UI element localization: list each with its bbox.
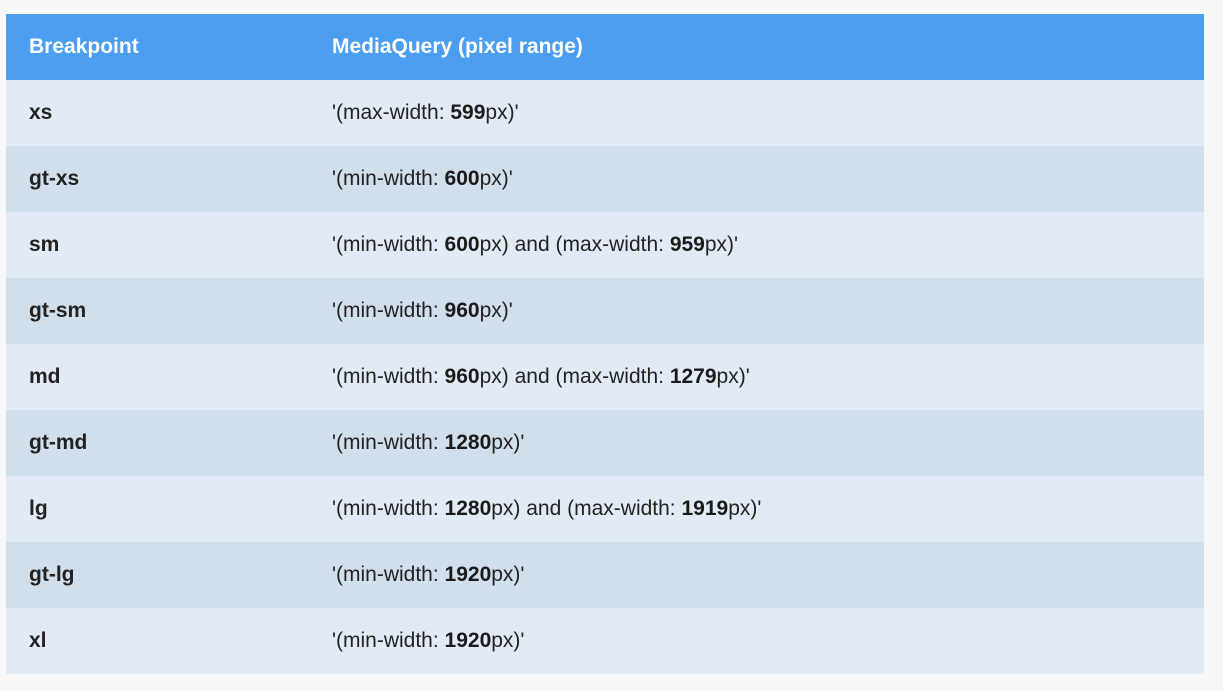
mediaquery-text: '(min-width: (332, 365, 445, 388)
table-row: xl '(min-width: 1920px)' (6, 608, 1204, 674)
mediaquery-value: 960 (444, 365, 480, 388)
mediaquery-cell: '(min-width: 600px)' (309, 146, 1204, 212)
mediaquery-text: px)' (704, 233, 739, 256)
mediaquery-cell: '(min-width: 1280px) and (max-width: 191… (309, 476, 1204, 542)
breakpoint-cell: gt-xs (29, 167, 80, 190)
mediaquery-text: '(min-width: (332, 431, 445, 454)
mediaquery-text: px)' (491, 431, 525, 454)
mediaquery-text: px) and (max-width: (479, 233, 670, 256)
breakpoint-cell: xs (29, 101, 53, 124)
mediaquery-value: 600 (444, 167, 480, 190)
breakpoint-cell: md (29, 365, 61, 388)
breakpoint-cell: gt-lg (29, 563, 75, 586)
mediaquery-cell: '(min-width: 1920px)' (309, 542, 1204, 608)
header-breakpoint: Breakpoint (29, 35, 139, 58)
mediaquery-text: px) and (max-width: (491, 497, 682, 520)
breakpoint-cell: xl (29, 629, 47, 652)
table-body: xs '(max-width: 599px)' gt-xs '(min-width: … (6, 80, 1204, 674)
mediaquery-cell: '(max-width: 599px)' (309, 80, 1204, 146)
header-mediaquery: MediaQuery (pixel range) (332, 35, 583, 58)
table-row: xs '(max-width: 599px)' (6, 80, 1204, 146)
mediaquery-value: 600 (444, 233, 480, 256)
mediaquery-text: '(min-width: (332, 497, 445, 520)
mediaquery-text: px)' (728, 497, 762, 520)
mediaquery-text: px)' (485, 101, 519, 124)
table-header: Breakpoint MediaQuery (pixel range) (6, 14, 1204, 80)
mediaquery-cell: '(min-width: 600px) and (max-width: 959p… (309, 212, 1204, 278)
table-row: md '(min-width: 960px) and (max-width: 12… (6, 344, 1204, 410)
mediaquery-text: px)' (479, 167, 513, 190)
header-row: Breakpoint MediaQuery (pixel range) (6, 14, 1204, 80)
mediaquery-cell: '(min-width: 1920px)' (309, 608, 1204, 674)
mediaquery-text: '(min-width: (332, 299, 445, 322)
breakpoints-table: Breakpoint MediaQuery (pixel range) xs '(… (6, 14, 1204, 674)
table-row: gt-md '(min-width: 1280px)' (6, 410, 1204, 476)
mediaquery-text: px)' (491, 563, 525, 586)
mediaquery-value: 1279 (669, 365, 717, 388)
mediaquery-value: 960 (444, 299, 480, 322)
breakpoint-cell: lg (29, 497, 48, 520)
mediaquery-text: '(min-width: (332, 563, 445, 586)
mediaquery-text: px)' (479, 299, 513, 322)
mediaquery-value: 1280 (444, 497, 492, 520)
table-row: sm '(min-width: 600px) and (max-width: 95… (6, 212, 1204, 278)
mediaquery-text: px)' (716, 365, 750, 388)
mediaquery-value: 599 (450, 101, 486, 124)
mediaquery-text: '(min-width: (332, 233, 445, 256)
breakpoint-cell: gt-sm (29, 299, 87, 322)
table-row: gt-lg '(min-width: 1920px)' (6, 542, 1204, 608)
mediaquery-value: 1920 (444, 563, 492, 586)
table-row: gt-sm '(min-width: 960px)' (6, 278, 1204, 344)
mediaquery-text: px)' (491, 629, 525, 652)
mediaquery-value: 1280 (444, 431, 492, 454)
breakpoint-cell: gt-md (29, 431, 88, 454)
mediaquery-cell: '(min-width: 1280px)' (309, 410, 1204, 476)
mediaquery-value: 1920 (444, 629, 492, 652)
breakpoint-cell: sm (29, 233, 60, 256)
mediaquery-text: '(min-width: (332, 629, 445, 652)
mediaquery-text: '(max-width: (332, 101, 451, 124)
mediaquery-text: px) and (max-width: (479, 365, 670, 388)
mediaquery-value: 959 (669, 233, 705, 256)
table-row: lg '(min-width: 1280px) and (max-width: 1… (6, 476, 1204, 542)
mediaquery-cell: '(min-width: 960px)' (309, 278, 1204, 344)
table-row: gt-xs '(min-width: 600px)' (6, 146, 1204, 212)
mediaquery-text: '(min-width: (332, 167, 445, 190)
mediaquery-value: 1919 (681, 497, 729, 520)
mediaquery-cell: '(min-width: 960px) and (max-width: 1279… (309, 344, 1204, 410)
